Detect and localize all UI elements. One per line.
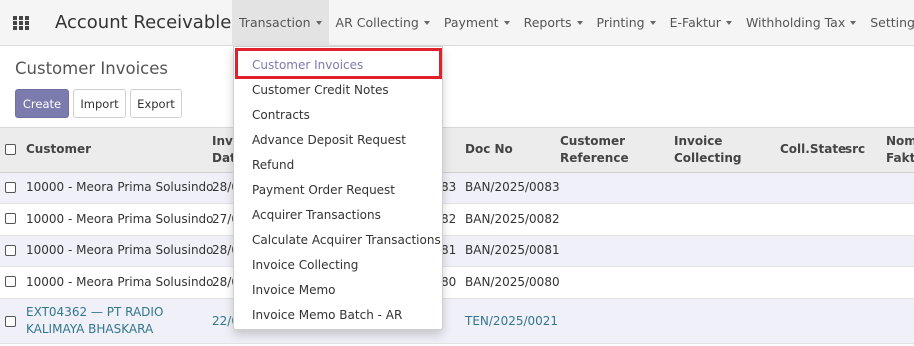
row-checkbox[interactable] xyxy=(5,213,16,224)
caret-down-icon xyxy=(850,21,857,25)
menu-transaction[interactable]: Transaction xyxy=(232,0,329,46)
row-checkbox[interactable] xyxy=(5,316,16,327)
cell-customer: 10000 - Meora Prima Solusindo xyxy=(26,243,214,257)
column-label-line: Reference xyxy=(560,151,629,165)
caret-down-icon xyxy=(503,21,510,25)
column-invoice-collecting[interactable]: Invoice Collecting xyxy=(674,133,742,167)
cell-invoice-number: 82 xyxy=(441,212,457,226)
column-label-line: Customer xyxy=(560,134,626,148)
dropdown-item-calculate-acquirer-transactions[interactable]: Calculate Acquirer Transactions xyxy=(252,233,441,247)
menu-e-faktur[interactable]: E-Faktur xyxy=(663,0,739,46)
dropdown-item-refund[interactable]: Refund xyxy=(252,158,294,172)
menu-printing[interactable]: Printing xyxy=(590,0,663,46)
dropdown-item-invoice-memo-batch-ar[interactable]: Invoice Memo Batch - AR xyxy=(252,308,402,322)
caret-down-icon xyxy=(423,21,430,25)
caret-down-icon xyxy=(315,21,322,25)
table-row[interactable]: 10000 - Meora Prima Solusindo 28/0 81 BA… xyxy=(0,236,914,267)
cell-customer: 10000 - Meora Prima Solusindo xyxy=(26,180,214,194)
dropdown-item-invoice-collecting[interactable]: Invoice Collecting xyxy=(252,258,358,272)
table-row[interactable]: 10000 - Meora Prima Solusindo 28/0 83 BA… xyxy=(0,173,914,204)
cell-doc-no: BAN/2025/0080 xyxy=(465,275,560,289)
transaction-dropdown-menu: Customer Invoices Customer Credit Notes … xyxy=(233,46,443,330)
column-customer-reference[interactable]: Customer Reference xyxy=(560,133,629,167)
menu-withholding-tax[interactable]: Withholding Tax xyxy=(739,0,863,46)
column-doc-no[interactable]: Doc No xyxy=(465,141,513,158)
menu-setting[interactable]: Setting xyxy=(863,0,914,46)
cell-doc-no: BAN/2025/0083 xyxy=(465,180,560,194)
column-label-line: Faktu xyxy=(886,151,914,165)
menu-label: Reports xyxy=(523,15,572,30)
cell-doc-no: BAN/2025/0082 xyxy=(465,212,560,226)
breadcrumb: Customer Invoices xyxy=(15,59,168,78)
menu-label: Payment xyxy=(443,15,499,30)
dropdown-item-advance-deposit-request[interactable]: Advance Deposit Request xyxy=(252,133,406,147)
cell-invoice-number: 80 xyxy=(441,275,457,289)
caret-down-icon xyxy=(649,21,656,25)
cell-invoice-number: 81 xyxy=(441,243,457,257)
table-row[interactable]: EXT04362 — PT RADIO KALIMAYA BHASKARA 22… xyxy=(0,299,914,344)
select-all-checkbox[interactable] xyxy=(5,144,16,155)
column-label-line: Nomo xyxy=(886,134,914,148)
dropdown-item-acquirer-transactions[interactable]: Acquirer Transactions xyxy=(252,208,381,222)
menu-label: Withholding Tax xyxy=(745,15,846,30)
cell-invoice-number: 83 xyxy=(441,180,457,194)
row-checkbox[interactable] xyxy=(5,245,16,256)
cell-customer-line: EXT04362 — PT RADIO xyxy=(26,305,164,319)
column-nomor-faktur[interactable]: Nomo Faktu xyxy=(886,133,914,167)
apps-grid-icon[interactable] xyxy=(13,16,30,31)
cell-customer: 10000 - Meora Prima Solusindo xyxy=(26,212,214,226)
dropdown-item-customer-credit-notes[interactable]: Customer Credit Notes xyxy=(252,83,389,97)
cell-doc-no: TEN/2025/0021 xyxy=(465,314,559,328)
list-header: Customer Invo Dat Doc No Customer Refere… xyxy=(0,127,914,173)
column-src[interactable]: src xyxy=(845,141,865,158)
dropdown-item-payment-order-request[interactable]: Payment Order Request xyxy=(252,183,395,197)
menu-label: Transaction xyxy=(239,15,311,30)
caret-down-icon xyxy=(725,21,732,25)
create-button[interactable]: Create xyxy=(15,89,69,118)
app-title: Account Receivable xyxy=(55,12,232,33)
cell-customer: 10000 - Meora Prima Solusindo xyxy=(26,275,214,289)
dropdown-item-contracts[interactable]: Contracts xyxy=(252,108,310,122)
column-customer[interactable]: Customer xyxy=(26,141,91,158)
table-row[interactable]: 10000 - Meora Prima Solusindo 28/0 80 BA… xyxy=(0,267,914,299)
column-label-line: Collecting xyxy=(674,151,742,165)
menu-label: AR Collecting xyxy=(335,15,419,30)
row-checkbox[interactable] xyxy=(5,182,16,193)
menu-label: Setting xyxy=(870,15,914,30)
menu-label: Printing xyxy=(596,15,645,30)
menu-ar-collecting[interactable]: AR Collecting xyxy=(329,0,437,46)
menu-reports[interactable]: Reports xyxy=(517,0,590,46)
import-button[interactable]: Import xyxy=(73,89,126,118)
export-button[interactable]: Export xyxy=(130,89,182,118)
row-checkbox[interactable] xyxy=(5,276,16,287)
column-label-line: Invoice xyxy=(674,134,723,148)
caret-down-icon xyxy=(576,21,583,25)
dropdown-item-invoice-memo[interactable]: Invoice Memo xyxy=(252,283,335,297)
main-menu: Transaction AR Collecting Payment Report… xyxy=(232,0,914,46)
menu-payment[interactable]: Payment xyxy=(437,0,517,46)
column-coll-state[interactable]: Coll.State xyxy=(780,141,846,158)
table-row[interactable]: 10000 - Meora Prima Solusindo 27/0 82 BA… xyxy=(0,204,914,236)
highlight-annotation-box xyxy=(235,48,442,79)
cell-doc-no: BAN/2025/0081 xyxy=(465,243,560,257)
top-navbar: Account Receivable Transaction AR Collec… xyxy=(0,0,914,46)
menu-label: E-Faktur xyxy=(669,15,721,30)
cell-customer-line: KALIMAYA BHASKARA xyxy=(26,322,154,336)
